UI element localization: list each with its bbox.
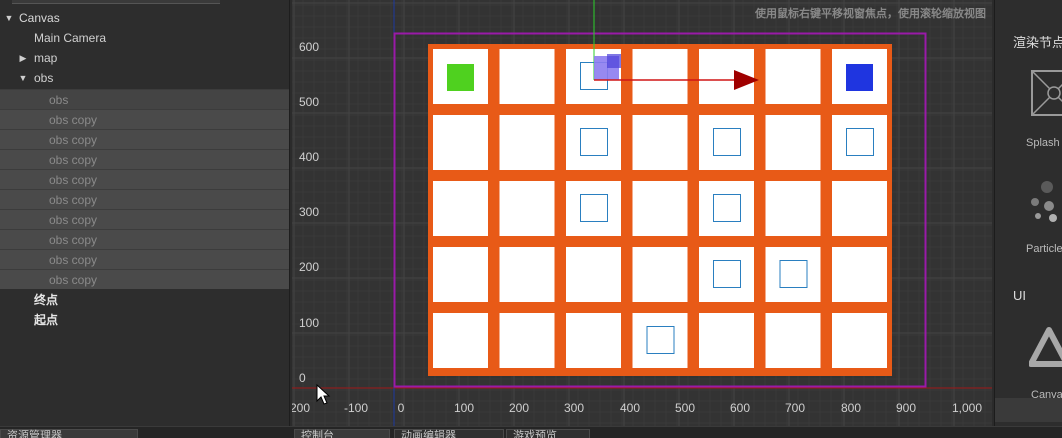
x-tick-label: -100 bbox=[344, 401, 368, 415]
tree-node-main-camera[interactable]: Main Camera bbox=[0, 28, 290, 48]
map-cell bbox=[765, 115, 821, 170]
map-cell bbox=[765, 247, 821, 302]
scene-canvas[interactable]: 600 500 400 300 200 100 0 200 -100 0 100 200 300 400 5… bbox=[292, 0, 992, 426]
map-cell bbox=[499, 115, 555, 170]
y-tick-label: 200 bbox=[299, 260, 319, 274]
map-cell bbox=[832, 247, 887, 302]
move-gizmo-plane bbox=[607, 54, 621, 68]
map-cell bbox=[499, 247, 555, 302]
tab-animation-editor-label: 动画编辑器 bbox=[401, 430, 456, 438]
expanded-arrow-icon[interactable]: ▼ bbox=[4, 8, 14, 28]
map-cell bbox=[832, 313, 887, 368]
map-cell bbox=[832, 115, 887, 170]
tab-assets-label: 资源管理器 bbox=[7, 430, 62, 438]
tab-game-preview[interactable]: 游戏预览 bbox=[506, 429, 590, 438]
y-tick-label: 100 bbox=[299, 316, 319, 330]
collapsed-arrow-icon[interactable]: ▶ bbox=[18, 48, 28, 68]
map-cell bbox=[699, 115, 754, 170]
bottom-tab-bar: 资源管理器 控制台 动画编辑器 游戏预览 bbox=[0, 426, 1062, 438]
map-cell bbox=[699, 313, 754, 368]
map-cell bbox=[632, 247, 688, 302]
tab-console-label: 控制台 bbox=[301, 430, 334, 438]
tab-game-preview-label: 游戏预览 bbox=[513, 430, 557, 438]
tree-node-obs-copy[interactable]: obs copy bbox=[0, 189, 290, 209]
map-cell bbox=[699, 247, 754, 302]
tab-animation-editor[interactable]: 动画编辑器 bbox=[394, 429, 504, 438]
map-cell bbox=[433, 247, 488, 302]
y-tick-label: 300 bbox=[299, 205, 319, 219]
y-tick-label: 0 bbox=[299, 371, 306, 385]
map-cell bbox=[566, 115, 621, 170]
x-tick-label: 100 bbox=[454, 401, 474, 415]
x-tick-label: 800 bbox=[841, 401, 861, 415]
map-cell bbox=[566, 247, 621, 302]
scene-hint: 使用鼠标右键平移视窗焦点，使用滚轮缩放视图 bbox=[755, 8, 986, 20]
x-tick-label: 300 bbox=[564, 401, 584, 415]
x-tick-label: 500 bbox=[675, 401, 695, 415]
tree-node-obs-copy[interactable]: obs copy bbox=[0, 209, 290, 229]
expanded-arrow-icon[interactable]: ▼ bbox=[18, 68, 28, 88]
particle-label: Particle bbox=[1026, 243, 1062, 255]
end-marker bbox=[846, 64, 873, 91]
map-cell bbox=[632, 313, 688, 368]
scene-view[interactable]: 600 500 400 300 200 100 0 200 -100 0 100 200 300 400 5… bbox=[292, 0, 992, 426]
x-tick-label: 1,000 bbox=[952, 401, 982, 415]
hierarchy-panel: ▼ Canvas Main Camera ▶ map ▼ obs obs obs… bbox=[0, 0, 290, 426]
map-cell bbox=[765, 49, 821, 104]
map-cell bbox=[765, 181, 821, 236]
map-cell bbox=[433, 115, 488, 170]
tree-node-obs-copy[interactable]: obs copy bbox=[0, 269, 290, 289]
x-tick-label: 700 bbox=[785, 401, 805, 415]
map-cell bbox=[499, 49, 555, 104]
particle-icon[interactable] bbox=[1029, 180, 1062, 224]
canvas-node-icon[interactable] bbox=[1029, 326, 1062, 370]
tree-node-canvas[interactable]: ▼ Canvas bbox=[0, 8, 290, 28]
splash-icon[interactable] bbox=[1031, 70, 1062, 116]
tree-node-end-point[interactable]: 终点 bbox=[0, 290, 290, 310]
map-cell bbox=[632, 115, 688, 170]
x-tick-label: 200 bbox=[509, 401, 529, 415]
map-cell bbox=[566, 313, 621, 368]
x-tick-label: 0 bbox=[398, 401, 405, 415]
map-cell bbox=[832, 181, 887, 236]
tab-console[interactable]: 控制台 bbox=[294, 429, 390, 438]
start-marker bbox=[447, 64, 474, 91]
tree-node-obs-copy[interactable]: obs copy bbox=[0, 149, 290, 169]
x-tick-label: 600 bbox=[730, 401, 750, 415]
y-tick-label: 400 bbox=[299, 150, 319, 164]
tab-assets[interactable]: 资源管理器 bbox=[0, 429, 138, 438]
hierarchy-search-bar[interactable] bbox=[12, 0, 220, 4]
tree-node-obs-copy[interactable]: obs copy bbox=[0, 129, 290, 149]
x-tick-label: 900 bbox=[896, 401, 916, 415]
map-cell bbox=[433, 313, 488, 368]
section-title-render-nodes: 渲染节点 bbox=[1013, 35, 1062, 50]
x-tick-label: 200 bbox=[292, 401, 310, 415]
tree-node-obs-copy[interactable]: obs copy bbox=[0, 169, 290, 189]
map-cell bbox=[632, 181, 688, 236]
panel-footer bbox=[995, 398, 1062, 422]
panel-splitter[interactable] bbox=[289, 0, 290, 426]
node-library-panel: 渲染节点 Splash Particle UI Canvas bbox=[994, 0, 1062, 426]
section-title-ui: UI bbox=[1013, 288, 1026, 303]
map-cell bbox=[499, 313, 555, 368]
map-cell bbox=[765, 313, 821, 368]
tree-node-obs-child[interactable]: obs bbox=[0, 89, 290, 109]
tree-node-obs[interactable]: ▼ obs bbox=[0, 68, 290, 88]
x-tick-label: 400 bbox=[620, 401, 640, 415]
y-tick-label: 500 bbox=[299, 95, 319, 109]
map-cell bbox=[566, 181, 621, 236]
tree-node-map[interactable]: ▶ map bbox=[0, 48, 290, 68]
y-tick-label: 600 bbox=[299, 40, 319, 54]
tree-node-obs-copy[interactable]: obs copy bbox=[0, 229, 290, 249]
tree-node-obs-copy[interactable]: obs copy bbox=[0, 109, 290, 129]
splash-label: Splash bbox=[1026, 137, 1060, 149]
tree-node-obs-copy[interactable]: obs copy bbox=[0, 249, 290, 269]
map-cell bbox=[499, 181, 555, 236]
tree-node-start-point[interactable]: 起点 bbox=[0, 310, 290, 330]
map-cell bbox=[632, 49, 688, 104]
map-cell bbox=[699, 181, 754, 236]
map-cell bbox=[433, 181, 488, 236]
